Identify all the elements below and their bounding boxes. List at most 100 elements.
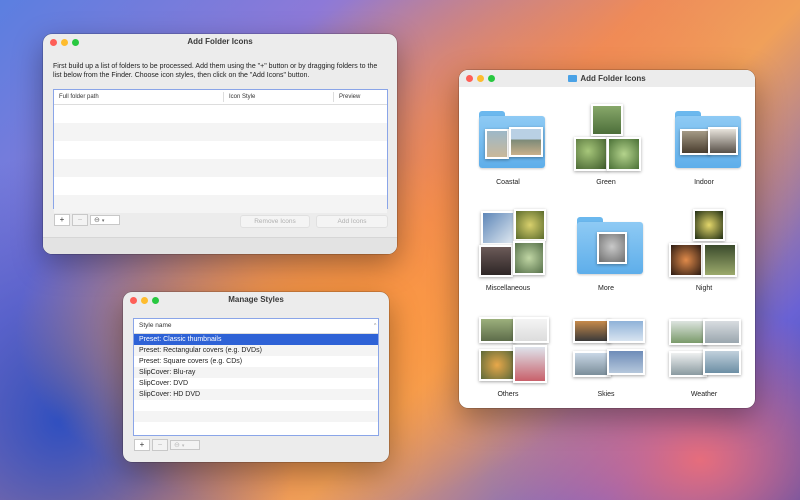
window-title: Add Folder Icons bbox=[187, 37, 253, 46]
thumbnail-image bbox=[669, 351, 707, 377]
folder-icon bbox=[568, 75, 578, 82]
style-preview-skies[interactable]: Skies bbox=[557, 299, 655, 405]
thumbnail-image bbox=[573, 319, 611, 343]
thumbnail-image bbox=[481, 211, 515, 245]
window-footer bbox=[43, 237, 397, 254]
list-controls: + − ⊖ ▾ bbox=[54, 214, 120, 226]
style-preview-indoor[interactable]: Indoor bbox=[655, 87, 753, 193]
style-label: Night bbox=[695, 285, 713, 292]
zoom-button[interactable] bbox=[72, 39, 79, 46]
thumbnail-image bbox=[485, 129, 509, 159]
style-preview-others[interactable]: Others bbox=[459, 299, 557, 405]
folder-table[interactable]: Full folder path Icon Style Preview bbox=[53, 89, 388, 213]
thumbnail-image bbox=[509, 127, 543, 157]
zoom-button[interactable] bbox=[152, 297, 159, 304]
style-preview-coastal[interactable]: Coastal bbox=[459, 87, 557, 193]
thumbnail-image bbox=[703, 349, 741, 375]
column-header-style[interactable]: Icon Style bbox=[224, 92, 334, 102]
thumbnail-image bbox=[607, 137, 641, 171]
window-title: Add Folder Icons bbox=[580, 74, 646, 83]
minimize-button[interactable] bbox=[141, 297, 148, 304]
style-row[interactable]: SlipCover: Blu-ray bbox=[134, 367, 378, 378]
titlebar: Add Folder Icons bbox=[459, 70, 755, 87]
style-row[interactable]: Preset: Rectangular covers (e.g. DVDs) bbox=[134, 345, 378, 356]
table-row bbox=[54, 177, 387, 195]
folder-icon bbox=[577, 217, 643, 275]
style-preview-green[interactable]: Green bbox=[557, 87, 655, 193]
style-row[interactable]: SlipCover: DVD bbox=[134, 378, 378, 389]
style-label: Skies bbox=[597, 391, 615, 398]
style-label: More bbox=[598, 285, 614, 292]
table-row bbox=[54, 159, 387, 177]
thumbnail-image bbox=[607, 349, 645, 375]
table-row bbox=[54, 105, 387, 123]
style-label: Miscellaneous bbox=[485, 285, 531, 292]
thumbnail-image bbox=[573, 351, 611, 377]
minimize-button[interactable] bbox=[477, 75, 484, 82]
thumbnail-image bbox=[693, 209, 725, 241]
titlebar: Manage Styles bbox=[123, 292, 389, 308]
column-header-style-name[interactable]: Style name bbox=[134, 321, 369, 331]
close-button[interactable] bbox=[130, 297, 137, 304]
thumbnail-image bbox=[479, 349, 515, 381]
remove-style-button[interactable]: − bbox=[152, 439, 168, 451]
sort-chevron-icon: ^ bbox=[374, 323, 377, 329]
action-menu-button[interactable]: ⊖ ▾ bbox=[90, 215, 120, 225]
remove-folder-button[interactable]: − bbox=[72, 214, 88, 226]
folder-icon bbox=[675, 111, 741, 169]
zoom-button[interactable] bbox=[488, 75, 495, 82]
thumbnail-image bbox=[513, 345, 547, 383]
window-title: Manage Styles bbox=[228, 295, 284, 304]
column-header-preview[interactable]: Preview bbox=[334, 92, 384, 102]
table-row bbox=[134, 400, 378, 411]
thumbnail-image bbox=[669, 319, 707, 345]
manage-styles-window: Manage Styles Style name ^ Preset: Class… bbox=[123, 292, 389, 462]
style-label: Others bbox=[497, 391, 519, 398]
style-preview-more[interactable]: More bbox=[557, 193, 655, 299]
table-row bbox=[54, 195, 387, 213]
thumbnail-image bbox=[708, 127, 738, 155]
style-label: Green bbox=[596, 179, 616, 186]
style-preview-miscellaneous[interactable]: Miscellaneous bbox=[459, 193, 557, 299]
list-controls: + − ⊖ ▾ bbox=[134, 439, 200, 451]
table-header: Style name ^ bbox=[134, 319, 378, 334]
thumbnail-image bbox=[669, 243, 703, 277]
minimize-button[interactable] bbox=[61, 39, 68, 46]
remove-icons-button[interactable]: Remove Icons bbox=[240, 215, 310, 228]
add-style-button[interactable]: + bbox=[134, 439, 150, 451]
style-label: Coastal bbox=[496, 179, 520, 186]
thumbnail-image bbox=[479, 317, 515, 343]
thumbnail-image bbox=[703, 243, 737, 277]
action-menu-button[interactable]: ⊖ ▾ bbox=[170, 440, 200, 450]
style-row[interactable]: Preset: Classic thumbnails bbox=[134, 334, 378, 345]
add-icons-button[interactable]: Add Icons bbox=[316, 215, 388, 228]
instructions-text: First build up a list of folders to be p… bbox=[53, 63, 378, 79]
style-label: Weather bbox=[690, 391, 718, 398]
style-label: Indoor bbox=[694, 179, 714, 186]
window-controls bbox=[130, 297, 159, 304]
style-row[interactable]: SlipCover: HD DVD bbox=[134, 389, 378, 400]
style-preview-weather[interactable]: Weather bbox=[655, 299, 753, 405]
style-row[interactable]: Preset: Square covers (e.g. CDs) bbox=[134, 356, 378, 367]
titlebar: Add Folder Icons bbox=[43, 34, 397, 50]
table-row bbox=[54, 123, 387, 141]
thumbnail-image bbox=[514, 209, 546, 241]
icon-styles-preview-window: Add Folder Icons Coastal Green Indoor Mi… bbox=[459, 70, 755, 408]
column-header-path[interactable]: Full folder path bbox=[54, 92, 224, 102]
thumbnail-image bbox=[597, 232, 627, 264]
close-button[interactable] bbox=[466, 75, 473, 82]
thumbnail-image bbox=[574, 137, 608, 171]
thumbnail-image bbox=[703, 319, 741, 345]
thumbnail-image bbox=[513, 317, 549, 343]
table-header: Full folder path Icon Style Preview bbox=[54, 90, 387, 105]
add-folder-button[interactable]: + bbox=[54, 214, 70, 226]
gear-icon: ⊖ bbox=[94, 217, 100, 224]
close-button[interactable] bbox=[50, 39, 57, 46]
thumbnail-image bbox=[591, 104, 623, 136]
style-preview-night[interactable]: Night bbox=[655, 193, 753, 299]
window-controls bbox=[50, 39, 79, 46]
window-controls bbox=[466, 75, 495, 82]
table-row bbox=[54, 141, 387, 159]
add-folder-icons-window: Add Folder Icons First build up a list o… bbox=[43, 34, 397, 254]
styles-table[interactable]: Style name ^ Preset: Classic thumbnails … bbox=[133, 318, 379, 436]
